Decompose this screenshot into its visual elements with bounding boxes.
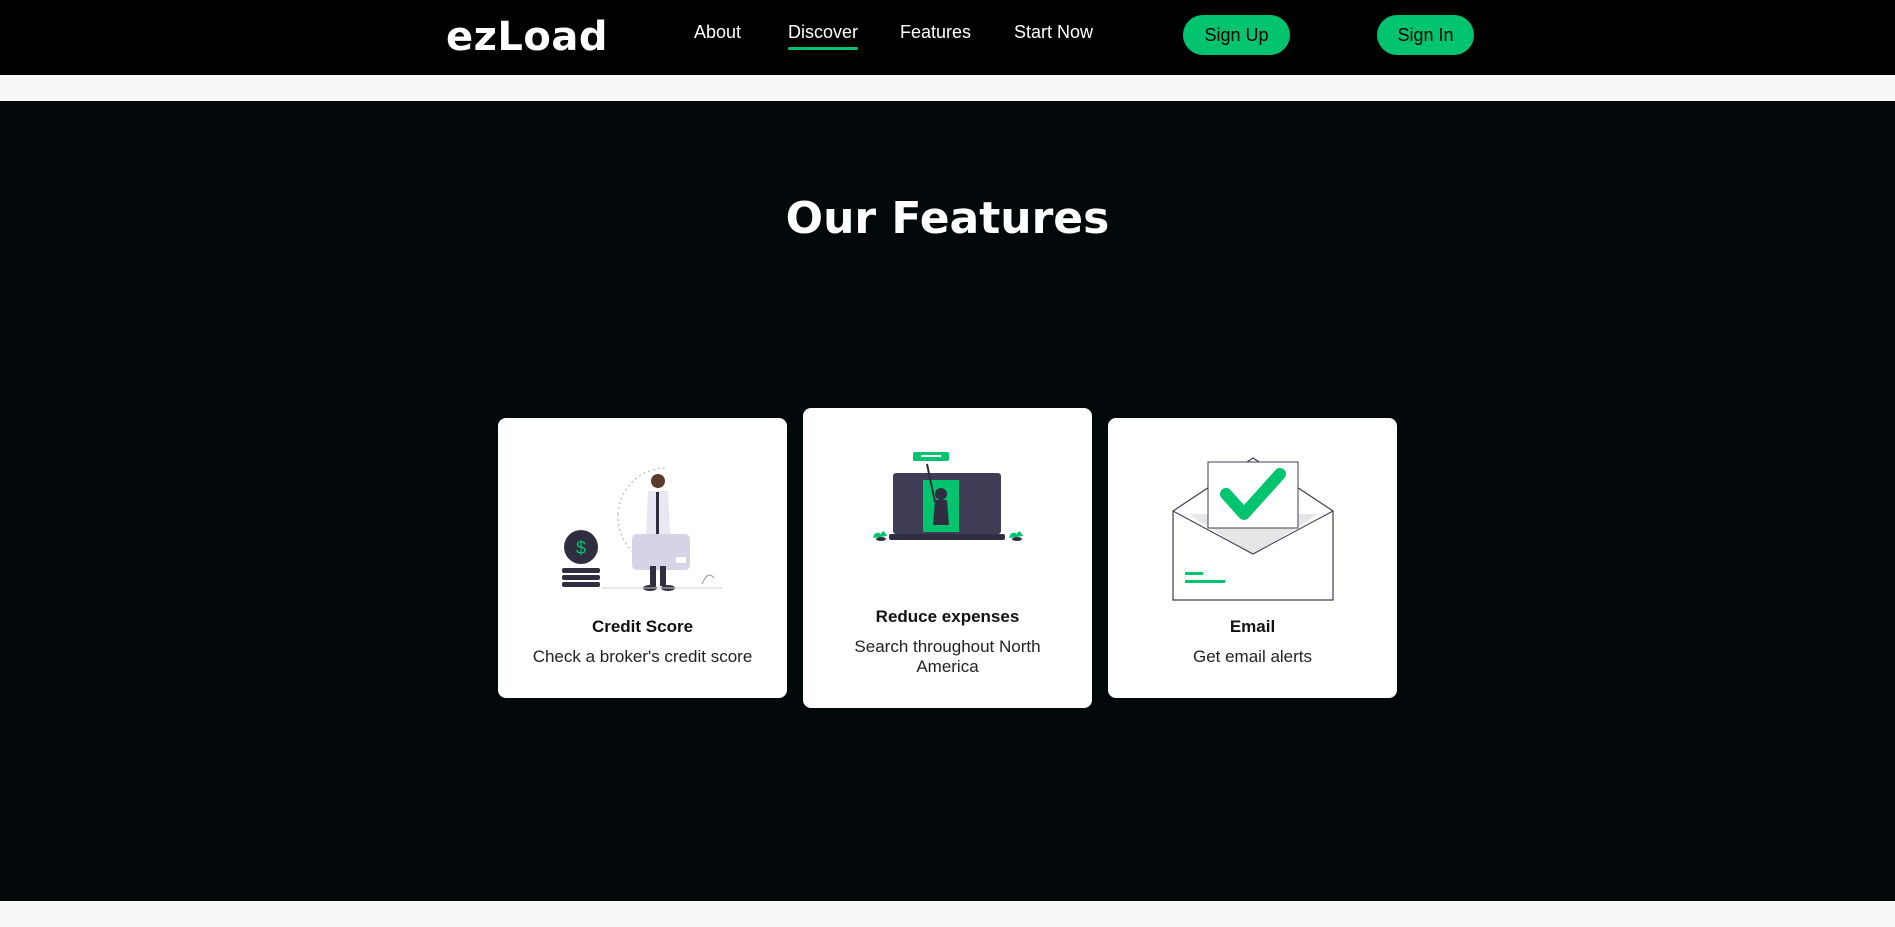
card-description: Check a broker's credit score [532,647,753,666]
nav-link-features[interactable]: Features [900,22,971,43]
nav-link-start-now[interactable]: Start Now [1014,22,1093,43]
top-navbar: ezLoad About Discover Features Start Now… [0,0,1895,75]
credit-score-illustration: $ [562,467,722,591]
top-divider-strip [0,75,1895,101]
nav-link-discover[interactable]: Discover [788,22,859,50]
card-description: Search throughout North America [854,637,1041,676]
email-check-illustration [1172,457,1334,601]
sign-in-button[interactable]: Sign In [1377,15,1474,55]
svg-text:$: $ [576,538,586,558]
laptop-search-illustration [873,452,1023,541]
bottom-divider-strip [0,901,1895,927]
feature-card-email[interactable]: Email Get email alerts [1108,418,1397,698]
card-description: Get email alerts [1192,647,1313,666]
feature-card-reduce-expenses[interactable]: Reduce expenses Search throughout North … [803,408,1092,708]
sign-up-button[interactable]: Sign Up [1183,15,1290,55]
nav-link-about[interactable]: About [694,22,741,43]
card-title: Reduce expenses [875,607,1020,626]
features-heading: Our Features [785,193,1110,244]
feature-card-credit-score[interactable]: $ Credit Score Check a broker's credit s… [498,418,787,698]
brand-logo[interactable]: ezLoad [446,14,608,60]
card-title: Email [1229,617,1276,636]
card-title: Credit Score [591,617,694,636]
